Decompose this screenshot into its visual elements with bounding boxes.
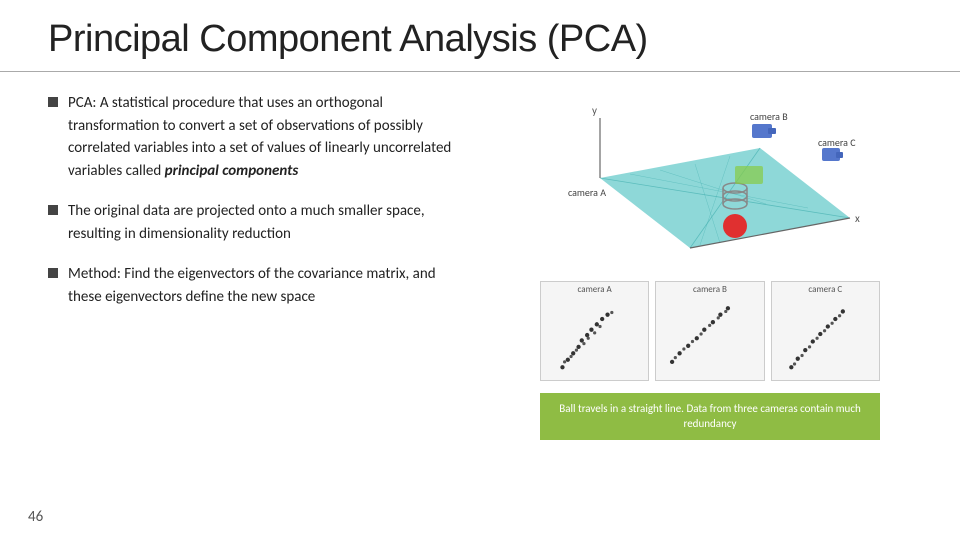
- scatter-panel-camera-a: camera A: [540, 281, 649, 381]
- bullet-text-2: The original data are projected onto a m…: [68, 200, 460, 245]
- svg-text:x: x: [855, 212, 860, 225]
- diagram-bottom: camera A: [540, 281, 880, 381]
- left-column: PCA: A statistical procedure that uses a…: [0, 84, 480, 530]
- svg-text:y: y: [592, 104, 597, 117]
- scatter-label-camera-c: camera C: [808, 282, 842, 295]
- bullet-text-3: Method: Find the eigenvectors of the cov…: [68, 263, 460, 308]
- slide-number: 46: [28, 508, 43, 526]
- scatter-canvas-camera-a: [541, 295, 648, 386]
- svg-text:camera A: camera A: [568, 186, 606, 199]
- svg-text:camera B: camera B: [750, 110, 788, 123]
- scatter-canvas-camera-b: [656, 295, 763, 386]
- bullet-square-1: [48, 97, 58, 107]
- scatter-panel-camera-c: camera C: [771, 281, 880, 381]
- bullet-item-2: The original data are projected onto a m…: [48, 200, 460, 245]
- caption-box: Ball travels in a straight line. Data fr…: [540, 393, 880, 440]
- title-area: Principal Component Analysis (PCA): [0, 0, 960, 72]
- scatter-canvas-camera-c: [772, 295, 879, 386]
- bullet-item-1: PCA: A statistical procedure that uses a…: [48, 92, 460, 182]
- diagram-top: x y camera A camera B camera C: [540, 88, 880, 273]
- bullet-item-3: Method: Find the eigenvectors of the cov…: [48, 263, 460, 308]
- svg-text:camera C: camera C: [818, 136, 856, 149]
- slide: Principal Component Analysis (PCA) PCA: …: [0, 0, 960, 540]
- bullet-square-2: [48, 205, 58, 215]
- slide-title: Principal Component Analysis (PCA): [48, 18, 912, 61]
- right-column: x y camera A camera B camera C: [480, 84, 960, 530]
- bullet-square-3: [48, 268, 58, 278]
- scatter-label-camera-a: camera A: [578, 282, 612, 295]
- bullet-text-1: PCA: A statistical procedure that uses a…: [68, 92, 460, 182]
- scatter-label-camera-b: camera B: [693, 282, 727, 295]
- scatter-panel-camera-b: camera B: [655, 281, 764, 381]
- content-area: PCA: A statistical procedure that uses a…: [0, 72, 960, 530]
